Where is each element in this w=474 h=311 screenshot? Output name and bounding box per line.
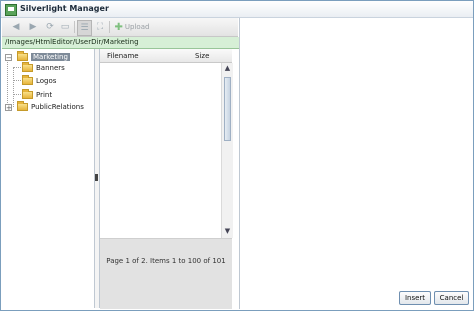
list-view-icon[interactable]: ☰ <box>77 20 92 36</box>
upload-button[interactable]: ✚ Upload <box>112 20 152 34</box>
app-icon <box>5 4 17 16</box>
folder-icon <box>22 89 33 99</box>
file-list-header: Filename Size <box>100 49 232 63</box>
tree-item-publicrelations[interactable]: PublicRelations <box>17 101 84 113</box>
tree-item-label: PublicRelations <box>31 103 84 111</box>
folder-icon <box>17 51 28 61</box>
tree-item-banners[interactable]: Banners <box>22 62 65 74</box>
add-icon: ✚ <box>114 21 123 33</box>
splitter-grip-icon[interactable] <box>95 174 98 181</box>
title-bar: Silverlight Manager <box>1 1 473 18</box>
pager: Page 1 of 2. Items 1 to 100 of 101 <box>100 238 232 309</box>
upload-label: Upload <box>124 23 150 31</box>
tree-connector <box>13 67 14 107</box>
scroll-down-icon[interactable]: ▼ <box>223 227 232 236</box>
pager-status: Page 1 of 2. Items 1 to 100 of 101 <box>106 257 226 265</box>
cancel-button[interactable]: Cancel <box>434 291 469 305</box>
current-path: /Images/HtmlEditor/UserDir/Marketing <box>2 37 241 49</box>
tree-item-print[interactable]: Print <box>22 89 52 101</box>
scrollbar-thumb[interactable] <box>224 77 231 141</box>
tree-item-label: Print <box>36 91 53 99</box>
tree-item-label: Logos <box>36 77 57 85</box>
silverlight-manager-window: Silverlight Manager ◀ ▶ ⟳ ▭ ☰ ⛶ ✚ Upload… <box>0 0 474 311</box>
tree-item-label: Banners <box>36 64 65 72</box>
folder-tree: − Marketing Banners Logos Print + Public… <box>2 49 95 308</box>
tree-item-label: Marketing <box>31 53 70 61</box>
expand-icon[interactable]: + <box>5 104 12 112</box>
thumbnail-view-icon[interactable]: ⛶ <box>94 20 106 34</box>
insert-button[interactable]: Insert <box>399 291 431 305</box>
scroll-up-icon[interactable]: ▲ <box>223 64 232 73</box>
back-arrow-icon[interactable]: ◀ <box>10 20 22 34</box>
refresh-icon[interactable]: ⟳ <box>44 20 56 34</box>
folder-icon <box>17 101 28 111</box>
folder-icon <box>22 62 33 72</box>
new-folder-icon[interactable]: ▭ <box>59 20 71 34</box>
toolbar: ◀ ▶ ⟳ ▭ ☰ ⛶ ✚ Upload <box>2 18 238 37</box>
file-list: Filename Size ▲ ▼ Page 1 of 2. Items 1 t… <box>100 49 238 309</box>
folder-icon <box>22 75 33 85</box>
vertical-scrollbar[interactable]: ▲ ▼ <box>221 63 233 238</box>
preview-pane <box>239 18 473 309</box>
toolbar-separator <box>74 21 75 33</box>
tree-connector <box>7 59 8 107</box>
forward-arrow-icon[interactable]: ▶ <box>27 20 39 34</box>
toolbar-separator <box>109 21 110 33</box>
tree-item-logos[interactable]: Logos <box>22 75 56 87</box>
window-title: Silverlight Manager <box>20 4 109 13</box>
collapse-icon[interactable]: − <box>5 54 12 62</box>
column-header-size[interactable]: Size <box>195 52 209 60</box>
column-header-filename[interactable]: Filename <box>107 52 139 60</box>
